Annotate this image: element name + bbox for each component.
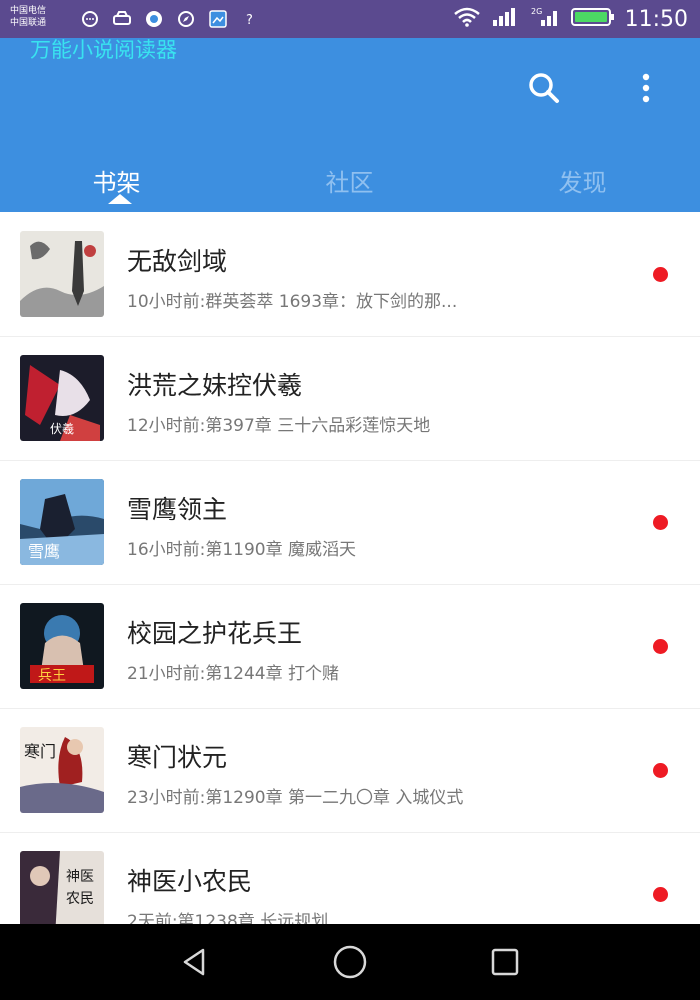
carrier-1: 中国电信 bbox=[10, 6, 47, 16]
book-update: 10小时前:群英荟萃 1693章：放下剑的那... bbox=[127, 292, 458, 312]
book-title: 无敌剑域 bbox=[127, 247, 228, 276]
book-cover: 兵王 bbox=[20, 603, 104, 689]
search-icon bbox=[529, 73, 559, 103]
clock: 11:50 bbox=[624, 6, 688, 32]
search-button[interactable] bbox=[522, 66, 566, 110]
car-icon bbox=[112, 9, 132, 29]
book-row[interactable]: 无敌剑域 10小时前:群英荟萃 1693章：放下剑的那... bbox=[0, 212, 700, 337]
tab-discover[interactable]: 发现 bbox=[466, 148, 699, 212]
carrier-info: 中国电信 中国联通 bbox=[10, 5, 46, 29]
book-update: 21小时前:第1244章 打个赌 bbox=[127, 664, 340, 684]
unread-dot bbox=[653, 515, 668, 530]
book-update: 12小时前:第397章 三十六品彩莲惊天地 bbox=[127, 416, 431, 436]
book-cover: 雪鹰 bbox=[20, 479, 104, 565]
book-row[interactable]: 寒门 寒门状元 23小时前:第1290章 第一二九〇章 入城仪式 bbox=[0, 708, 700, 833]
recents-button[interactable] bbox=[475, 938, 535, 986]
bookshelf-list: 无敌剑域 10小时前:群英荟萃 1693章：放下剑的那... 伏羲 洪荒之妹控伏… bbox=[0, 212, 700, 924]
book-title: 洪荒之妹控伏羲 bbox=[127, 371, 303, 400]
more-options-button[interactable] bbox=[624, 66, 668, 110]
book-cover: 伏羲 bbox=[20, 355, 104, 441]
svg-text:?: ? bbox=[246, 13, 253, 27]
unread-dot bbox=[653, 887, 668, 902]
book-cover bbox=[20, 231, 104, 317]
book-cover: 神医 农民 bbox=[20, 851, 104, 924]
compass-icon bbox=[176, 9, 196, 29]
home-icon bbox=[333, 945, 367, 979]
status-right: 2G 11:50 bbox=[453, 6, 688, 32]
unread-dot bbox=[653, 639, 668, 654]
back-button[interactable] bbox=[165, 938, 225, 986]
status-bar: 中国电信 中国联通 ? 2G 11:50 bbox=[0, 0, 700, 38]
wifi-icon bbox=[453, 7, 481, 31]
app-badge-icon bbox=[144, 9, 164, 29]
book-title: 寒门状元 bbox=[127, 743, 228, 772]
signal-2g-icon: 2G bbox=[531, 6, 561, 32]
svg-text:兵王: 兵王 bbox=[38, 668, 66, 684]
home-button[interactable] bbox=[320, 938, 380, 986]
svg-text:伏羲: 伏羲 bbox=[50, 422, 74, 436]
book-update: 16小时前:第1190章 魔威滔天 bbox=[127, 540, 357, 560]
book-row[interactable]: 伏羲 洪荒之妹控伏羲 12小时前:第397章 三十六品彩莲惊天地 bbox=[0, 336, 700, 461]
recents-icon bbox=[491, 948, 519, 976]
book-title: 校园之护花兵王 bbox=[127, 619, 303, 648]
svg-text:农民: 农民 bbox=[66, 891, 94, 907]
app-title: 万能小说阅读器 bbox=[30, 38, 177, 62]
book-row[interactable]: 神医 农民 神医小农民 2天前:第1238章 长远规划 bbox=[0, 832, 700, 924]
svg-text:寒门: 寒门 bbox=[24, 742, 56, 761]
tab-bar: 书架 社区 发现 bbox=[0, 148, 700, 212]
navigation-bar bbox=[0, 924, 700, 1000]
battery-icon bbox=[570, 6, 615, 32]
svg-text:雪鹰: 雪鹰 bbox=[28, 542, 60, 561]
unread-dot bbox=[653, 763, 668, 778]
back-icon bbox=[183, 948, 205, 976]
signal-hd-icon bbox=[491, 6, 521, 32]
svg-text:2G: 2G bbox=[531, 7, 542, 16]
book-row[interactable]: 雪鹰 雪鹰领主 16小时前:第1190章 魔威滔天 bbox=[0, 460, 700, 585]
carrier-2: 中国联通 bbox=[10, 18, 47, 28]
book-cover: 寒门 bbox=[20, 727, 104, 813]
wifi-question-icon: ? bbox=[240, 9, 260, 29]
book-title: 雪鹰领主 bbox=[127, 495, 228, 524]
notification-icons: ? bbox=[80, 8, 260, 30]
app-bar: 万能小说阅读器 书架 社区 发现 bbox=[0, 38, 700, 212]
book-update: 2天前:第1238章 长远规划 bbox=[127, 912, 329, 924]
book-update: 23小时前:第1290章 第一二九〇章 入城仪式 bbox=[127, 788, 464, 808]
book-row[interactable]: 兵王 校园之护花兵王 21小时前:第1244章 打个赌 bbox=[0, 584, 700, 709]
more-vertical-icon bbox=[642, 73, 650, 103]
active-tab-indicator bbox=[108, 194, 132, 204]
unread-dot bbox=[653, 267, 668, 282]
tab-community[interactable]: 社区 bbox=[233, 148, 466, 212]
message-icon bbox=[80, 9, 100, 29]
image-icon bbox=[208, 9, 228, 29]
svg-text:神医: 神医 bbox=[66, 869, 94, 885]
book-title: 神医小农民 bbox=[127, 867, 253, 896]
